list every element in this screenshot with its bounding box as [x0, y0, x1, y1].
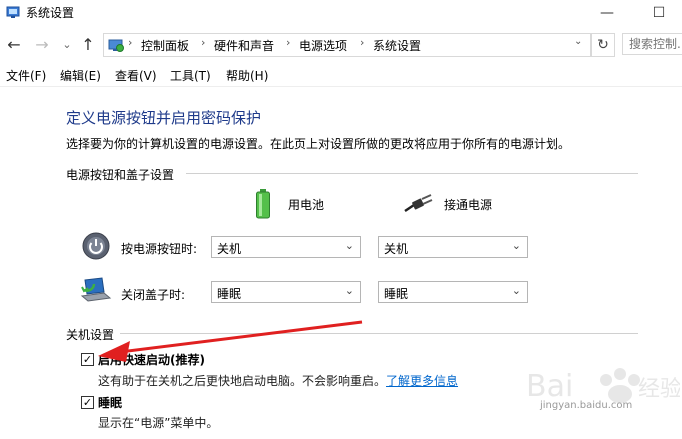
lid-close-battery-select[interactable]: 睡眠 ⌄: [211, 281, 361, 303]
battery-column-header: 用电池: [288, 198, 325, 212]
chevron-down-icon: ⌄: [511, 284, 521, 297]
plugged-in-column-header: 接通电源: [444, 198, 493, 212]
annotation-arrow-icon: [98, 320, 363, 362]
sleep-checkbox[interactable]: ✓: [81, 396, 94, 409]
menu-edit[interactable]: 编辑(E): [60, 67, 101, 84]
menu-tools[interactable]: 工具(T): [170, 67, 211, 84]
power-button-icon: [82, 232, 110, 260]
title-bar: [0, 0, 682, 28]
chevron-down-icon: ⌄: [511, 239, 521, 252]
window-title: 系统设置: [26, 6, 75, 20]
breadcrumb-separator: ›: [201, 36, 206, 49]
menu-bar: [0, 64, 682, 87]
select-value: 关机: [384, 242, 409, 256]
section-title-power-buttons: 电源按钮和盖子设置: [66, 168, 175, 182]
minimize-button[interactable]: —: [584, 0, 630, 28]
breadcrumb-control-panel[interactable]: 控制面板: [141, 37, 189, 54]
page-title: 定义电源按钮并启用密码保护: [66, 109, 262, 127]
chevron-down-icon[interactable]: ⌄: [574, 36, 582, 47]
search-input[interactable]: [622, 33, 682, 55]
svg-text:经验: 经验: [638, 377, 680, 402]
chevron-down-icon: ⌄: [344, 239, 354, 252]
address-bar[interactable]: › 控制面板 › 硬件和声音 › 电源选项 › 系统设置 ⌄: [103, 33, 591, 57]
learn-more-link[interactable]: 了解更多信息: [386, 374, 458, 388]
breadcrumb-separator: ›: [360, 36, 365, 49]
baidu-watermark-logo: Bai 经验: [526, 368, 680, 404]
refresh-button[interactable]: ↻: [591, 33, 615, 57]
svg-text:Bai: Bai: [526, 369, 573, 404]
maximize-button[interactable]: ☐: [636, 0, 682, 28]
power-button-battery-select[interactable]: 关机 ⌄: [211, 236, 361, 258]
select-value: 睡眠: [384, 287, 409, 301]
breadcrumb-hardware-sound[interactable]: 硬件和声音: [214, 37, 274, 54]
control-panel-icon: [108, 39, 124, 52]
page-description: 选择要为你的计算机设置的电源设置。在此页上对设置所做的更改将应用于你所有的电源计…: [66, 137, 571, 151]
up-button[interactable]: ↑: [79, 36, 97, 54]
breadcrumb-power-options[interactable]: 电源选项: [299, 37, 347, 54]
back-button[interactable]: ←: [5, 36, 23, 54]
power-plug-icon: [404, 194, 433, 213]
select-value: 关机: [217, 242, 242, 256]
power-button-plugged-select[interactable]: 关机 ⌄: [378, 236, 528, 258]
breadcrumb-separator: ›: [286, 36, 291, 49]
fast-startup-desc-text: 这有助于在关机之后更快地启动电脑。不会影响重启。: [98, 374, 387, 388]
lid-close-label: 关闭盖子时:: [121, 288, 186, 302]
sleep-label: 睡眠: [98, 396, 123, 410]
recent-locations-button[interactable]: ⌄: [58, 36, 76, 54]
lid-close-plugged-select[interactable]: 睡眠 ⌄: [378, 281, 528, 303]
menu-view[interactable]: 查看(V): [115, 67, 157, 84]
breadcrumb-system-settings[interactable]: 系统设置: [373, 37, 421, 54]
section-divider: [186, 173, 638, 174]
breadcrumb-separator: ›: [128, 36, 133, 49]
battery-icon: [256, 189, 270, 219]
menu-file[interactable]: 文件(F): [6, 67, 46, 84]
chevron-down-icon: ⌄: [344, 284, 354, 297]
power-button-label: 按电源按钮时:: [121, 242, 198, 256]
forward-button[interactable]: →: [33, 36, 51, 54]
watermark-text: jingyan.baidu.com: [540, 400, 633, 411]
select-value: 睡眠: [217, 287, 242, 301]
sleep-description: 显示在“电源”菜单中。: [98, 416, 219, 430]
fast-startup-description: 这有助于在关机之后更快地启动电脑。不会影响重启。了解更多信息: [98, 372, 458, 389]
laptop-lid-icon: [80, 277, 112, 302]
menu-help[interactable]: 帮助(H): [226, 67, 268, 84]
app-icon: [6, 6, 20, 18]
